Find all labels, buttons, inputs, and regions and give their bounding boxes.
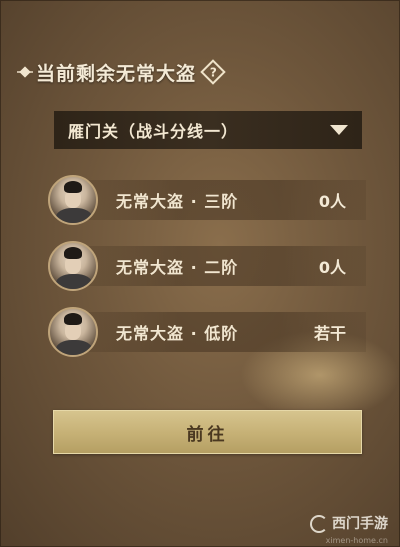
server-line-dropdown[interactable]: 雁门关（战斗分线一） — [54, 111, 362, 149]
bandit-portrait-icon — [48, 241, 98, 291]
help-icon[interactable]: ? — [200, 59, 226, 85]
triangle-down-icon — [330, 125, 348, 135]
bandit-portrait-icon — [48, 307, 98, 357]
help-icon-glyph: ? — [209, 65, 217, 79]
watermark-logo-icon — [308, 513, 328, 533]
bandit-row-tier2: 无常大盗 · 二阶 0人 — [48, 241, 366, 291]
diamond-bullet-icon — [17, 65, 33, 79]
bandit-name: 无常大盗 · 二阶 — [116, 258, 239, 277]
dropdown-selected-value: 雁门关（战斗分线一） — [68, 122, 239, 141]
watermark: 西门手游 — [308, 513, 388, 533]
bandit-row-tier3: 无常大盗 · 三阶 0人 — [48, 175, 366, 225]
go-button[interactable]: 前往 — [53, 410, 362, 454]
bandit-row-low: 无常大盗 · 低阶 若干 — [48, 307, 366, 357]
bandit-count: 0人 — [318, 192, 346, 211]
bandit-portrait-icon — [48, 175, 98, 225]
panel-title: 当前剩余无常大盗 — [36, 62, 197, 85]
watermark-subtext: ximen-home.cn — [325, 536, 388, 545]
watermark-text: 西门手游 — [332, 516, 388, 532]
bandit-count: 若干 — [313, 324, 346, 343]
bandit-name: 无常大盗 · 低阶 — [116, 324, 239, 343]
panel-header: 当前剩余无常大盗 ? — [17, 58, 226, 86]
bandit-count: 0人 — [318, 258, 346, 277]
bandit-name: 无常大盗 · 三阶 — [116, 192, 239, 211]
